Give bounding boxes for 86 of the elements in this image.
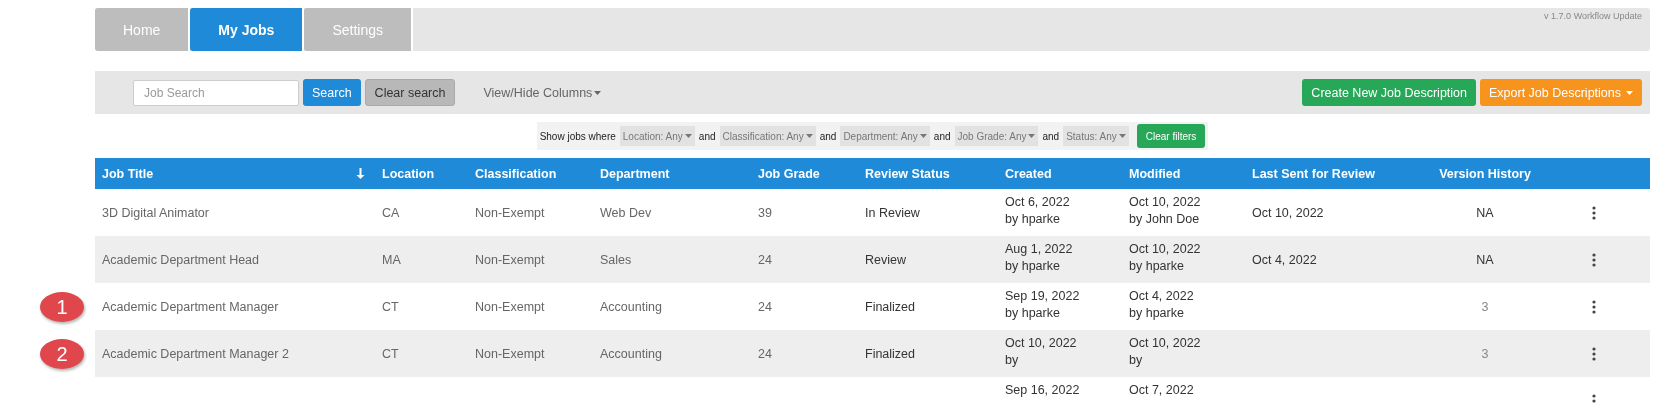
table-cell-text: Non-Exempt xyxy=(474,252,546,267)
filter-joiner: and xyxy=(698,130,716,142)
more-icon[interactable] xyxy=(1592,346,1596,361)
table-cell-text: 24 xyxy=(757,252,773,267)
table-cell-text: MA xyxy=(381,252,402,267)
table-cell-text: Oct 4, 2022 xyxy=(1251,252,1318,267)
table-cell-text: Sales xyxy=(599,252,633,267)
table-cell-text: Oct 10, 2022 by John Doe xyxy=(1128,194,1202,228)
clear-filters-button[interactable]: Clear filters xyxy=(1136,124,1206,148)
table-cell-text: Sep 19, 2022 by hparke xyxy=(1004,288,1081,322)
table-cell-text: Web Dev xyxy=(599,205,653,220)
table-cell-text: Oct 6, 2022 by hparke xyxy=(1004,194,1071,228)
filter-joiner: and xyxy=(933,130,951,142)
column-header[interactable]: Classification xyxy=(468,166,593,181)
table-cell-text: CT xyxy=(381,299,400,314)
caret-icon xyxy=(684,134,692,138)
table-cell-text: Non-Exempt xyxy=(474,346,546,361)
caret-icon xyxy=(1626,90,1633,95)
columns-menu[interactable]: View/Hide Columns xyxy=(477,84,608,101)
more-icon[interactable] xyxy=(1592,393,1596,404)
table-cell-text: Academic Department Head xyxy=(101,252,261,267)
table-cell-text: Accounting xyxy=(599,299,663,314)
table-cell-text: Review xyxy=(864,252,907,267)
table-cell-text: Non-Exempt xyxy=(474,205,546,220)
table-cell-text: Finalized xyxy=(864,346,917,361)
caret-icon xyxy=(919,134,927,138)
filter-dropdown[interactable]: Department: Any xyxy=(840,126,930,146)
more-icon[interactable] xyxy=(1592,299,1596,314)
filter-dropdown[interactable]: Location: Any xyxy=(619,126,695,146)
column-header[interactable]: Job Grade xyxy=(751,166,858,181)
table-cell-text: Academic Department Manager 2 xyxy=(101,346,290,361)
table-cell-text: Oct 10, 2022 by xyxy=(1004,335,1078,369)
column-header[interactable]: Modified xyxy=(1122,166,1245,181)
table-cell-text: CT xyxy=(381,346,400,361)
table-cell-text: 3 xyxy=(1480,299,1490,314)
callout-badge: 2 xyxy=(40,339,84,369)
table-cell-text: Oct 10, 2022 by hparke xyxy=(1128,241,1202,275)
version-label: v 1.7.0 Workflow Update xyxy=(1544,11,1642,21)
nav-tab[interactable]: Home xyxy=(95,8,191,51)
filter-joiner: and xyxy=(1042,130,1060,142)
table-cell-text: Accounting xyxy=(599,346,663,361)
more-icon[interactable] xyxy=(1592,205,1596,220)
more-icon[interactable] xyxy=(1592,252,1596,267)
table-cell-text: Oct 10, 2022 xyxy=(1251,205,1325,220)
column-header[interactable]: Job Title xyxy=(95,166,154,181)
table-cell-text: Finalized xyxy=(864,299,917,314)
column-header[interactable]: Last Sent for Review xyxy=(1245,166,1405,181)
caret-icon xyxy=(805,134,813,138)
export-button[interactable]: Export Job Descriptions xyxy=(1480,79,1642,106)
filter-lead: Show jobs where xyxy=(539,130,616,142)
caret-icon xyxy=(594,90,602,95)
column-header[interactable]: Location xyxy=(375,166,468,181)
nav-tab[interactable]: Settings xyxy=(304,8,413,51)
table-cell-text: NA xyxy=(1475,205,1495,220)
table-cell-text: Academic Department Manager xyxy=(101,299,280,314)
filter-dropdown[interactable]: Status: Any xyxy=(1063,126,1129,146)
sort-arrow-icon[interactable] xyxy=(356,168,365,179)
table-cell-text: Non-Exempt xyxy=(474,299,546,314)
search-field[interactable]: Job Search xyxy=(133,79,299,106)
caret-icon xyxy=(1118,134,1126,138)
column-header[interactable]: Created xyxy=(998,166,1122,181)
table-cell-text: Sep 16, 2022 xyxy=(1004,382,1081,399)
table-cell-text: 24 xyxy=(757,299,773,314)
caret-icon xyxy=(1028,134,1036,138)
table-cell-text: CA xyxy=(381,205,401,220)
clear-search-button[interactable]: Clear search xyxy=(364,79,456,106)
create-button[interactable]: Create New Job Description xyxy=(1302,79,1476,106)
table-cell-text: Oct 7, 2022 xyxy=(1128,382,1195,399)
table-cell-text: Aug 1, 2022 by hparke xyxy=(1004,241,1074,275)
column-header[interactable]: Version History xyxy=(1405,166,1565,181)
table-cell-text: 3 xyxy=(1480,346,1490,361)
column-header[interactable]: Department xyxy=(593,166,751,181)
column-header[interactable]: Review Status xyxy=(858,166,998,181)
table-cell-text: 3D Digital Animator xyxy=(101,205,210,220)
table-cell-text: NA xyxy=(1475,252,1495,267)
table-cell-text: 39 xyxy=(757,205,773,220)
filter-dropdown[interactable]: Classification: Any xyxy=(719,126,816,146)
filter-dropdown[interactable]: Job Grade: Any xyxy=(954,126,1039,146)
nav-tab[interactable]: My Jobs xyxy=(190,8,305,51)
search-button[interactable]: Search xyxy=(303,79,361,106)
callout-badge: 1 xyxy=(40,292,84,322)
filter-joiner: and xyxy=(819,130,837,142)
table-cell-text: Oct 10, 2022 by xyxy=(1128,335,1202,369)
table-cell-text: In Review xyxy=(864,205,921,220)
table-cell-text: Oct 4, 2022 by hparke xyxy=(1128,288,1195,322)
table-cell-text: 24 xyxy=(757,346,773,361)
